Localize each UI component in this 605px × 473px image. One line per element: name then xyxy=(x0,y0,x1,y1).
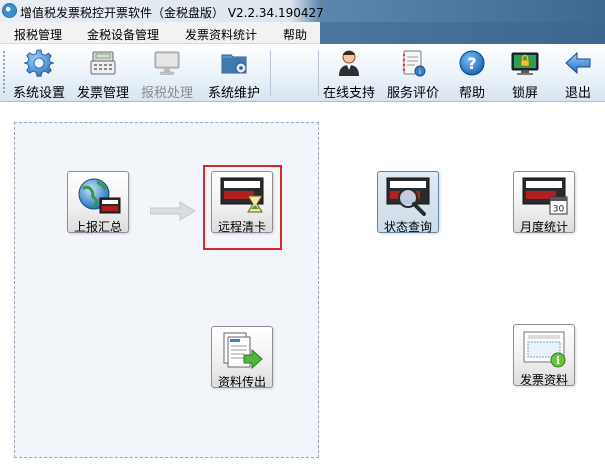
remote-clear-card-button[interactable]: 远程清卡 xyxy=(211,171,273,234)
menu-invoice-statistics[interactable]: 发票资料统计 xyxy=(185,26,257,43)
monitor-icon xyxy=(154,51,180,75)
lock-screen-icon xyxy=(511,52,539,75)
system-maintenance-button[interactable]: 系统维护 xyxy=(204,46,264,101)
help-button[interactable]: ? 帮助 xyxy=(452,46,492,101)
remote-clear-card-label: 远程清卡 xyxy=(217,220,266,234)
status-query-label: 状态查询 xyxy=(383,220,432,234)
lock-screen-label: 锁屏 xyxy=(511,86,538,101)
system-maintenance-label: 系统维护 xyxy=(207,86,260,101)
card-hourglass-icon xyxy=(220,177,264,213)
monthly-statistics-button[interactable]: 30 月度统计 xyxy=(513,171,575,234)
toolbar-grip[interactable] xyxy=(2,50,6,94)
globe-card-icon xyxy=(78,178,121,214)
documents-arrow-icon xyxy=(223,332,263,370)
system-settings-label: 系统设置 xyxy=(12,86,65,101)
card-magnifier-icon xyxy=(386,177,430,216)
lock-screen-button[interactable]: 锁屏 xyxy=(505,46,545,101)
flow-arrow-icon xyxy=(150,201,196,221)
menu-device-management[interactable]: 金税设备管理 xyxy=(87,26,159,43)
online-support-label: 在线支持 xyxy=(322,86,375,101)
gear-icon xyxy=(24,49,54,77)
monthly-statistics-label: 月度统计 xyxy=(519,220,568,234)
window-title: 增值税发票税控开票软件（金税盘版） V2.2.34.190427 xyxy=(20,6,324,20)
support-person-icon xyxy=(339,50,359,76)
invoice-data-label: 发票资料 xyxy=(519,373,568,387)
svg-text:i: i xyxy=(556,356,560,367)
folder-settings-icon xyxy=(221,54,247,74)
tax-processing-button[interactable]: 报税处理 xyxy=(138,46,196,101)
status-query-button[interactable]: 状态查询 xyxy=(377,171,439,234)
toolbar: 系统设置 发票管理 报税处理 系统维护 在线支持 i 服务评价 ? 帮助 锁屏 … xyxy=(0,44,605,102)
invoice-data-button[interactable]: i 发票资料 xyxy=(513,324,575,387)
toolbar-separator xyxy=(318,50,319,96)
exit-arrow-icon xyxy=(565,51,591,75)
upload-summary-button[interactable]: 上报汇总 xyxy=(67,171,129,234)
menu-tax-management[interactable]: 报税管理 xyxy=(14,26,62,43)
svg-text:i: i xyxy=(419,68,421,76)
app-logo-icon xyxy=(2,3,17,18)
data-export-button[interactable]: 资料传出 xyxy=(211,326,273,389)
svg-text:?: ? xyxy=(467,54,476,73)
online-support-button[interactable]: 在线支持 xyxy=(321,46,377,101)
help-icon: ? xyxy=(459,50,485,76)
system-settings-button[interactable]: 系统设置 xyxy=(10,46,68,101)
service-evaluation-label: 服务评价 xyxy=(386,86,439,101)
tax-processing-label: 报税处理 xyxy=(140,86,193,101)
cash-register-icon xyxy=(90,51,116,75)
toolbar-separator xyxy=(270,50,271,96)
exit-button[interactable]: 退出 xyxy=(558,46,598,101)
service-evaluation-button[interactable]: i 服务评价 xyxy=(383,46,443,101)
exit-label: 退出 xyxy=(564,86,591,101)
invoice-management-label: 发票管理 xyxy=(76,86,129,101)
rating-notebook-icon: i xyxy=(402,50,426,77)
card-calendar-icon: 30 xyxy=(522,177,568,215)
data-export-label: 资料传出 xyxy=(217,375,266,389)
invoice-management-button[interactable]: 发票管理 xyxy=(74,46,132,101)
invoice-info-icon: i xyxy=(523,331,566,368)
calendar-day-number: 30 xyxy=(553,205,565,215)
menu-bar-filler xyxy=(320,22,605,44)
app-window: 增值税发票税控开票软件（金税盘版） V2.2.34.190427 报税管理 金税… xyxy=(0,0,605,473)
menu-help[interactable]: 帮助 xyxy=(283,26,307,43)
help-label: 帮助 xyxy=(458,86,485,101)
menu-bar: 报税管理 金税设备管理 发票资料统计 帮助 xyxy=(0,22,320,44)
title-bar: 增值税发票税控开票软件（金税盘版） V2.2.34.190427 xyxy=(0,0,605,22)
upload-summary-label: 上报汇总 xyxy=(73,220,122,234)
